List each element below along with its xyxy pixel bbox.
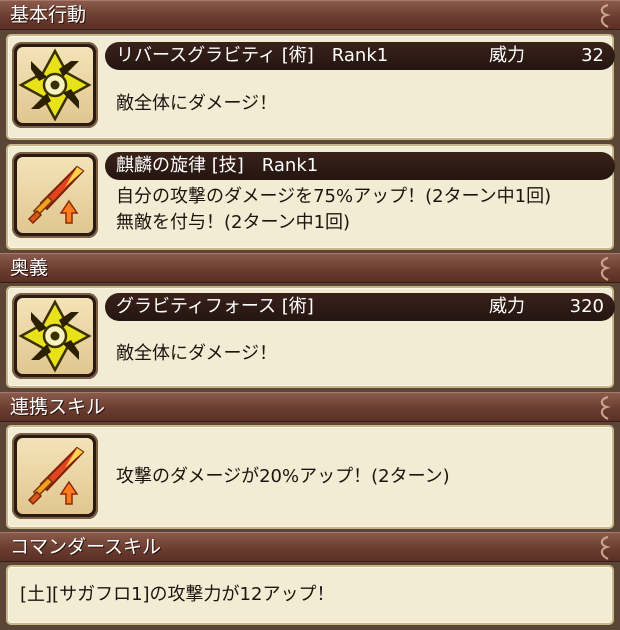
skill-icon-frame [12,433,98,519]
skill-description: 敵全体にダメージ！ [116,343,278,364]
skill-name-bar: リバースグラビティ [術] Rank1 威力 32 [105,42,615,70]
scroll-curl-icon [600,3,611,28]
skill-card-commander[interactable]: [土][サガフロ1]の攻撃力が12アップ！ [6,565,614,625]
section-header-commander-skill: コマンダースキル [0,532,620,562]
power-value: 320 [569,296,604,317]
section-title: 連携スキル [10,396,106,418]
section-title: コマンダースキル [10,536,162,558]
shuriken-icon [18,299,92,373]
skill-description: 攻撃のダメージが20%アップ！(2ターン) [116,466,450,487]
sword-attack-up-icon [27,165,85,225]
shuriken-icon [18,48,92,122]
section-title: 奥義 [10,257,49,279]
section-header-basic-action: 基本行動 [0,0,620,30]
power-label: 威力 [489,296,525,317]
skill-card-link[interactable]: 攻撃のダメージが20%アップ！(2ターン) [6,425,614,529]
skill-description-line-1: 自分の攻撃のダメージを75%アップ！(2ターン中1回) [116,186,552,207]
skill-name: リバースグラビティ [術] Rank1 [116,45,389,66]
sword-attack-up-icon [27,446,85,506]
scroll-curl-icon [600,395,611,420]
skill-icon-frame [12,42,98,128]
skill-icon-frame [12,293,98,379]
power-label: 威力 [489,45,525,66]
section-header-link-skill: 連携スキル [0,392,620,422]
skill-card-kirin-melody[interactable]: 麒麟の旋律 [技] Rank1 自分の攻撃のダメージを75%アップ！(2ターン中… [6,144,615,250]
scroll-curl-icon [600,256,611,281]
skill-card-gravity-force[interactable]: グラビティフォース [術] 威力 320 敵全体にダメージ！ [6,286,615,388]
skill-description-line-2: 無敵を付与！(2ターン中1回) [116,212,351,233]
skill-name-bar: グラビティフォース [術] 威力 320 [105,293,615,321]
scroll-curl-icon [600,535,611,560]
skill-name: 麒麟の旋律 [技] Rank1 [116,155,319,176]
section-title: 基本行動 [10,4,87,26]
skill-name: グラビティフォース [術] [116,296,314,317]
skill-description: 敵全体にダメージ！ [116,93,278,114]
skill-name-bar: 麒麟の旋律 [技] Rank1 [105,152,615,180]
section-header-ougi: 奥義 [0,253,620,283]
skill-card-reverse-gravity[interactable]: リバースグラビティ [術] Rank1 威力 32 敵全体にダメージ！ [6,34,615,140]
skill-description: [土][サガフロ1]の攻撃力が12アップ！ [20,584,335,605]
power-value: 32 [581,45,604,66]
skill-icon-frame [12,152,98,238]
